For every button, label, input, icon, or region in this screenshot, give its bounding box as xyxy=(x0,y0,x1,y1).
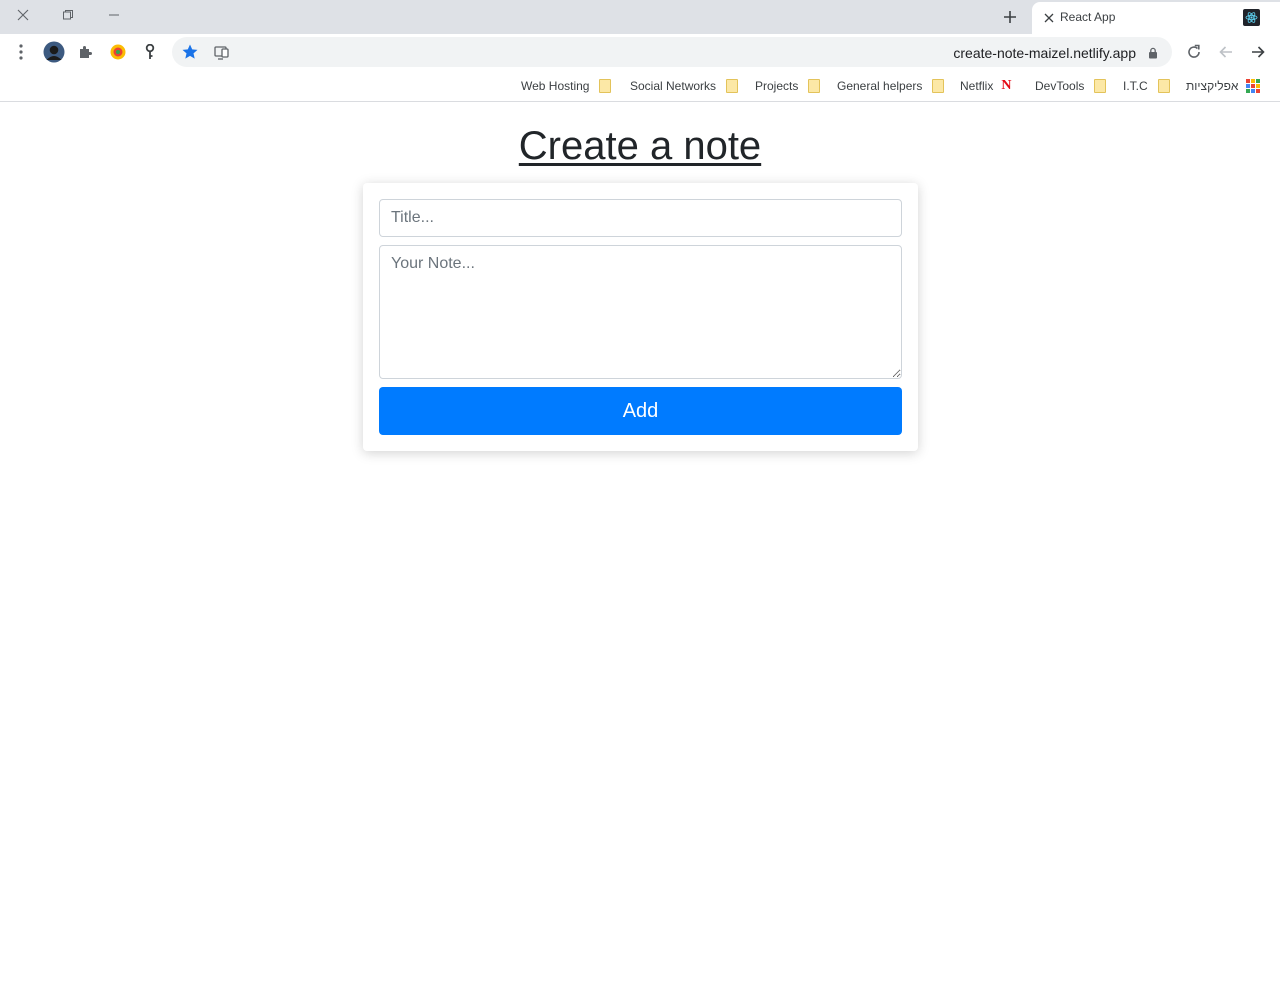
browser-toolbar: create-note-maizel.netlify.app xyxy=(0,34,1280,70)
bookmark-general-helpers[interactable]: General helpers xyxy=(837,76,945,96)
folder-icon xyxy=(726,79,739,93)
puzzle-icon xyxy=(80,46,92,58)
plus-icon xyxy=(1004,11,1016,23)
avatar-icon xyxy=(43,41,65,63)
tab-close-button[interactable] xyxy=(1041,10,1057,26)
tab-strip: React App xyxy=(0,0,1280,34)
send-to-device-icon[interactable] xyxy=(212,42,232,62)
forward-button[interactable] xyxy=(1212,38,1240,66)
profile-avatar-button[interactable] xyxy=(40,38,68,66)
lock-icon[interactable] xyxy=(1147,46,1159,59)
close-icon xyxy=(1044,13,1054,23)
bookmark-label: Social Networks xyxy=(630,79,717,93)
window-minimize-button[interactable] xyxy=(91,0,137,30)
bookmark-label: Projects xyxy=(755,79,799,93)
react-logo-icon xyxy=(1243,9,1260,26)
window-close-button[interactable] xyxy=(0,0,46,30)
reload-button[interactable] xyxy=(1180,38,1208,66)
create-note-card: Add xyxy=(363,183,918,451)
bookmark-devtools[interactable]: DevTools xyxy=(1035,76,1107,96)
new-tab-button[interactable] xyxy=(996,3,1024,31)
color-wheel-icon xyxy=(110,44,126,60)
key-icon xyxy=(145,44,155,59)
menu-button[interactable] xyxy=(7,38,35,66)
bookmark-label: Netflix xyxy=(960,79,994,93)
window-restore-button[interactable] xyxy=(45,0,91,30)
extensions-button[interactable] xyxy=(72,38,100,66)
page-title: Create a note xyxy=(518,124,762,168)
bookmark-projects[interactable]: Projects xyxy=(755,76,821,96)
bookmark-star-icon[interactable] xyxy=(180,42,200,62)
address-bar[interactable]: create-note-maizel.netlify.app xyxy=(172,37,1172,67)
minimize-icon xyxy=(109,14,119,16)
back-button[interactable] xyxy=(1244,38,1272,66)
bookmark-netflix[interactable]: Netflix N xyxy=(960,76,1011,96)
extension-color-button[interactable] xyxy=(104,38,132,66)
folder-icon xyxy=(932,79,945,93)
folder-icon xyxy=(599,79,612,93)
restore-icon xyxy=(63,10,73,20)
bookmark-itc[interactable]: I.T.C xyxy=(1123,76,1170,96)
title-input[interactable] xyxy=(379,199,902,237)
tab-react-app[interactable]: React App xyxy=(1032,2,1280,34)
add-button[interactable]: Add xyxy=(379,387,902,435)
bookmark-label: Web Hosting xyxy=(521,79,590,93)
password-key-button[interactable] xyxy=(136,38,164,66)
tab-title: React App xyxy=(1060,10,1116,24)
reload-icon xyxy=(1188,44,1200,58)
note-textarea[interactable] xyxy=(379,245,902,379)
bookmark-social-networks[interactable]: Social Networks xyxy=(630,76,739,96)
bookmark-label: General helpers xyxy=(837,79,923,93)
arrow-left-icon xyxy=(1219,46,1232,58)
folder-icon xyxy=(1094,79,1107,93)
bookmark-apps[interactable]: אפליקציות xyxy=(1186,76,1261,96)
apps-grid-icon xyxy=(1246,79,1261,93)
folder-icon xyxy=(808,79,821,93)
arrow-right-icon xyxy=(1252,46,1265,58)
folder-icon xyxy=(1157,79,1170,93)
kebab-menu-icon xyxy=(19,44,23,60)
close-icon xyxy=(17,9,29,21)
bookmark-label: אפליקציות xyxy=(1186,79,1239,93)
bookmark-web-hosting[interactable]: Web Hosting xyxy=(521,76,612,96)
netflix-icon: N xyxy=(1001,78,1012,93)
bookmarks-bar: Web Hosting Social Networks Projects Gen… xyxy=(0,70,1280,102)
url-text: create-note-maizel.netlify.app xyxy=(953,45,1136,61)
bookmark-label: I.T.C xyxy=(1123,79,1148,93)
bookmark-label: DevTools xyxy=(1035,79,1085,93)
